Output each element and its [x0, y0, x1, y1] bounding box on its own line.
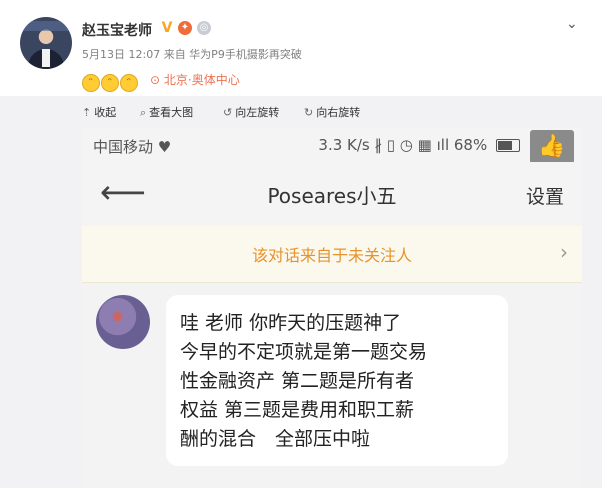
rotate-right-icon: ↻ — [304, 106, 314, 119]
chevron-right-icon: › — [560, 240, 568, 264]
peer-avatar[interactable] — [96, 295, 150, 349]
location-link[interactable]: ⊙ 北京·奥体中心 — [150, 71, 240, 88]
grin-emoji-icon: ᵔ — [82, 74, 100, 92]
message-line: 酬的混合 全部压中啦 — [180, 428, 371, 450]
rotate-left-icon: ↺ — [223, 106, 233, 119]
rotate-right-button[interactable]: ↻ 向右旋转 — [304, 104, 360, 120]
image-toolbar: ⇡ 收起 ⌕ 查看大图 ↺ 向左旋转 ↻ 向右旋转 — [0, 100, 602, 124]
member-badge-icon: ✦ — [178, 21, 192, 35]
carrier-label: 中国移动 — [93, 138, 154, 156]
thumbs-up-icon[interactable]: 👍 — [530, 130, 574, 164]
chat-title: Poseares小五 — [267, 184, 397, 208]
network-speed: 3.3 K/s — [318, 136, 370, 154]
notice-text: 该对话来自于未关注人 — [251, 246, 412, 265]
chat-nav-bar: ⟵ Poseares小五 设置 — [82, 162, 582, 227]
chevron-down-icon[interactable]: ⌄ — [566, 16, 578, 32]
battery-icon — [496, 139, 520, 152]
bluetooth-icon: ∦ ▯ ◷ ▦ ıll — [374, 136, 454, 154]
author-avatar[interactable] — [20, 17, 72, 69]
location-pin-icon: ⊙ — [150, 73, 161, 87]
chat-body: 哇 老师 你昨天的压题神了 今早的不定项就是第一题交易 性金融资产 第二题是所有… — [82, 283, 582, 488]
collapse-button[interactable]: ⇡ 收起 — [82, 104, 116, 120]
post-meta: 5月13日 12:07 来自 华为P9手机摄影再突破 — [82, 48, 302, 61]
collapse-icon: ⇡ — [82, 106, 92, 119]
message-line: 性金融资产 第二题是所有者 — [180, 370, 415, 392]
stranger-notice[interactable]: 该对话来自于未关注人 › — [82, 226, 582, 283]
author-name[interactable]: 赵玉宝老师 — [82, 20, 152, 40]
grin-emoji-icon: ᵔ — [120, 74, 138, 92]
emoji-row: ᵔᵔᵔ — [82, 70, 139, 92]
message-bubble[interactable]: 哇 老师 你昨天的压题神了 今早的不定项就是第一题交易 性金融资产 第二题是所有… — [166, 295, 508, 466]
post-header: 赵玉宝老师 V ✦ ◎ 5月13日 12:07 来自 华为P9手机摄影再突破 ᵔ… — [0, 0, 602, 96]
phone-screenshot: 中国移动 ♥ 3.3 K/s ∦ ▯ ◷ ▦ ıll 68% 👍 ⟵ Posea… — [82, 128, 582, 488]
message-line: 今早的不定项就是第一题交易 — [180, 341, 428, 363]
magnify-icon: ⌕ — [140, 106, 147, 119]
message-line: 哇 老师 你昨天的压题神了 — [180, 312, 402, 334]
medal-badge-icon: ◎ — [197, 21, 211, 35]
message-line: 权益 第三题是费用和职工薪 — [180, 399, 415, 421]
view-large-button[interactable]: ⌕ 查看大图 — [140, 104, 193, 120]
rotate-left-button[interactable]: ↺ 向左旋转 — [223, 104, 279, 120]
settings-button[interactable]: 设置 — [526, 182, 564, 209]
heart-icon: ♥ — [157, 138, 172, 156]
grin-emoji-icon: ᵔ — [101, 74, 119, 92]
phone-status-bar: 中国移动 ♥ 3.3 K/s ∦ ▯ ◷ ▦ ıll 68% — [82, 128, 582, 162]
verified-badge-icon: V — [161, 20, 173, 36]
battery-percent: 68% — [453, 136, 488, 154]
